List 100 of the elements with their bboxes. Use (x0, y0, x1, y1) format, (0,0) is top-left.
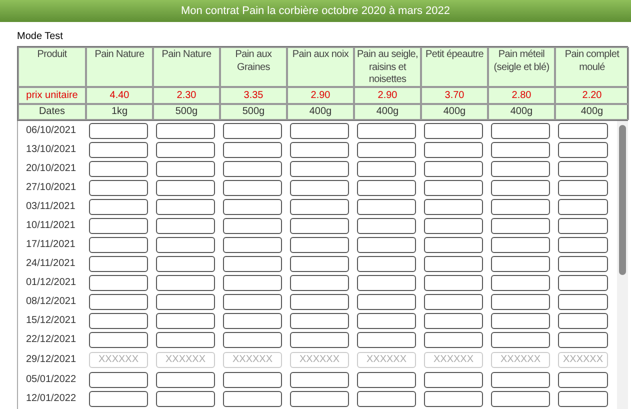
quantity-field[interactable] (558, 312, 608, 328)
quantity-field[interactable] (357, 256, 416, 272)
quantity-field[interactable] (156, 256, 215, 272)
quantity-field[interactable] (424, 198, 483, 214)
quantity-field[interactable] (223, 274, 282, 290)
quantity-field[interactable] (89, 198, 148, 214)
quantity-field[interactable] (89, 332, 148, 348)
quantity-field[interactable] (491, 180, 550, 196)
quantity-field[interactable] (223, 256, 282, 272)
quantity-field[interactable] (424, 122, 483, 138)
quantity-field[interactable] (558, 122, 608, 138)
quantity-field[interactable] (223, 218, 282, 234)
quantity-field[interactable] (290, 236, 349, 252)
quantity-field[interactable] (223, 390, 282, 406)
quantity-field[interactable] (357, 236, 416, 252)
quantity-field[interactable] (491, 236, 550, 252)
quantity-field[interactable] (156, 390, 215, 406)
quantity-field[interactable] (290, 390, 349, 406)
quantity-field[interactable] (424, 390, 483, 406)
quantity-field[interactable] (357, 198, 416, 214)
quantity-field[interactable] (558, 142, 608, 158)
quantity-field[interactable] (357, 312, 416, 328)
quantity-field[interactable] (223, 180, 282, 196)
quantity-field[interactable] (290, 274, 349, 290)
quantity-field[interactable] (89, 236, 148, 252)
quantity-field[interactable] (491, 274, 550, 290)
quantity-field[interactable] (89, 180, 148, 196)
quantity-field[interactable] (558, 372, 608, 388)
quantity-field[interactable] (491, 312, 550, 328)
quantity-field[interactable] (357, 122, 416, 138)
quantity-field[interactable] (357, 218, 416, 234)
quantity-field[interactable] (491, 142, 550, 158)
quantity-field[interactable] (357, 294, 416, 310)
quantity-field[interactable] (558, 294, 608, 310)
quantity-field[interactable] (89, 274, 148, 290)
quantity-field[interactable] (156, 372, 215, 388)
quantity-field[interactable] (156, 142, 215, 158)
quantity-field[interactable] (156, 218, 215, 234)
quantity-field[interactable] (290, 180, 349, 196)
quantity-field[interactable] (89, 142, 148, 158)
quantity-field[interactable] (558, 198, 608, 214)
quantity-field[interactable] (89, 390, 148, 406)
quantity-field[interactable] (290, 312, 349, 328)
quantity-field[interactable] (357, 274, 416, 290)
quantity-field[interactable] (223, 142, 282, 158)
quantity-field[interactable] (558, 236, 608, 252)
quantity-field[interactable] (491, 198, 550, 214)
quantity-field[interactable] (223, 122, 282, 138)
quantity-field[interactable] (223, 312, 282, 328)
quantity-field[interactable] (558, 180, 608, 196)
quantity-field[interactable] (290, 160, 349, 176)
quantity-field[interactable] (491, 160, 550, 176)
quantity-field[interactable] (223, 372, 282, 388)
quantity-field[interactable] (223, 332, 282, 348)
quantity-field[interactable] (424, 218, 483, 234)
quantity-field[interactable] (89, 372, 148, 388)
quantity-field[interactable] (424, 180, 483, 196)
quantity-field[interactable] (357, 372, 416, 388)
quantity-field[interactable] (89, 256, 148, 272)
quantity-field[interactable] (357, 332, 416, 348)
quantity-field[interactable] (558, 160, 608, 176)
quantity-field[interactable] (290, 332, 349, 348)
quantity-field[interactable] (424, 142, 483, 158)
quantity-field[interactable] (223, 198, 282, 214)
quantity-field[interactable] (357, 180, 416, 196)
quantity-field[interactable] (89, 160, 148, 176)
quantity-field[interactable] (357, 142, 416, 158)
quantity-field[interactable] (290, 256, 349, 272)
quantity-field[interactable] (491, 372, 550, 388)
quantity-field[interactable] (223, 160, 282, 176)
quantity-field[interactable] (290, 218, 349, 234)
quantity-field[interactable] (156, 160, 215, 176)
quantity-field[interactable] (491, 332, 550, 348)
quantity-field[interactable] (558, 218, 608, 234)
quantity-field[interactable] (424, 372, 483, 388)
quantity-field[interactable] (89, 218, 148, 234)
quantity-field[interactable] (424, 236, 483, 252)
quantity-field[interactable] (424, 312, 483, 328)
quantity-field[interactable] (156, 198, 215, 214)
quantity-field[interactable] (558, 274, 608, 290)
quantity-field[interactable] (424, 160, 483, 176)
quantity-field[interactable] (491, 256, 550, 272)
quantity-field[interactable] (156, 312, 215, 328)
quantity-field[interactable] (424, 274, 483, 290)
quantity-field[interactable] (89, 122, 148, 138)
quantity-field[interactable] (424, 332, 483, 348)
quantity-field[interactable] (156, 274, 215, 290)
quantity-field[interactable] (89, 294, 148, 310)
quantity-field[interactable] (156, 294, 215, 310)
quantity-field[interactable] (491, 122, 550, 138)
scrollbar-thumb[interactable] (619, 125, 626, 275)
quantity-field[interactable] (357, 160, 416, 176)
quantity-field[interactable] (156, 180, 215, 196)
scrollbar[interactable] (617, 121, 628, 409)
quantity-field[interactable] (558, 256, 608, 272)
quantity-field[interactable] (491, 294, 550, 310)
quantity-field[interactable] (223, 294, 282, 310)
quantity-field[interactable] (290, 198, 349, 214)
quantity-field[interactable] (558, 332, 608, 348)
quantity-field[interactable] (290, 372, 349, 388)
